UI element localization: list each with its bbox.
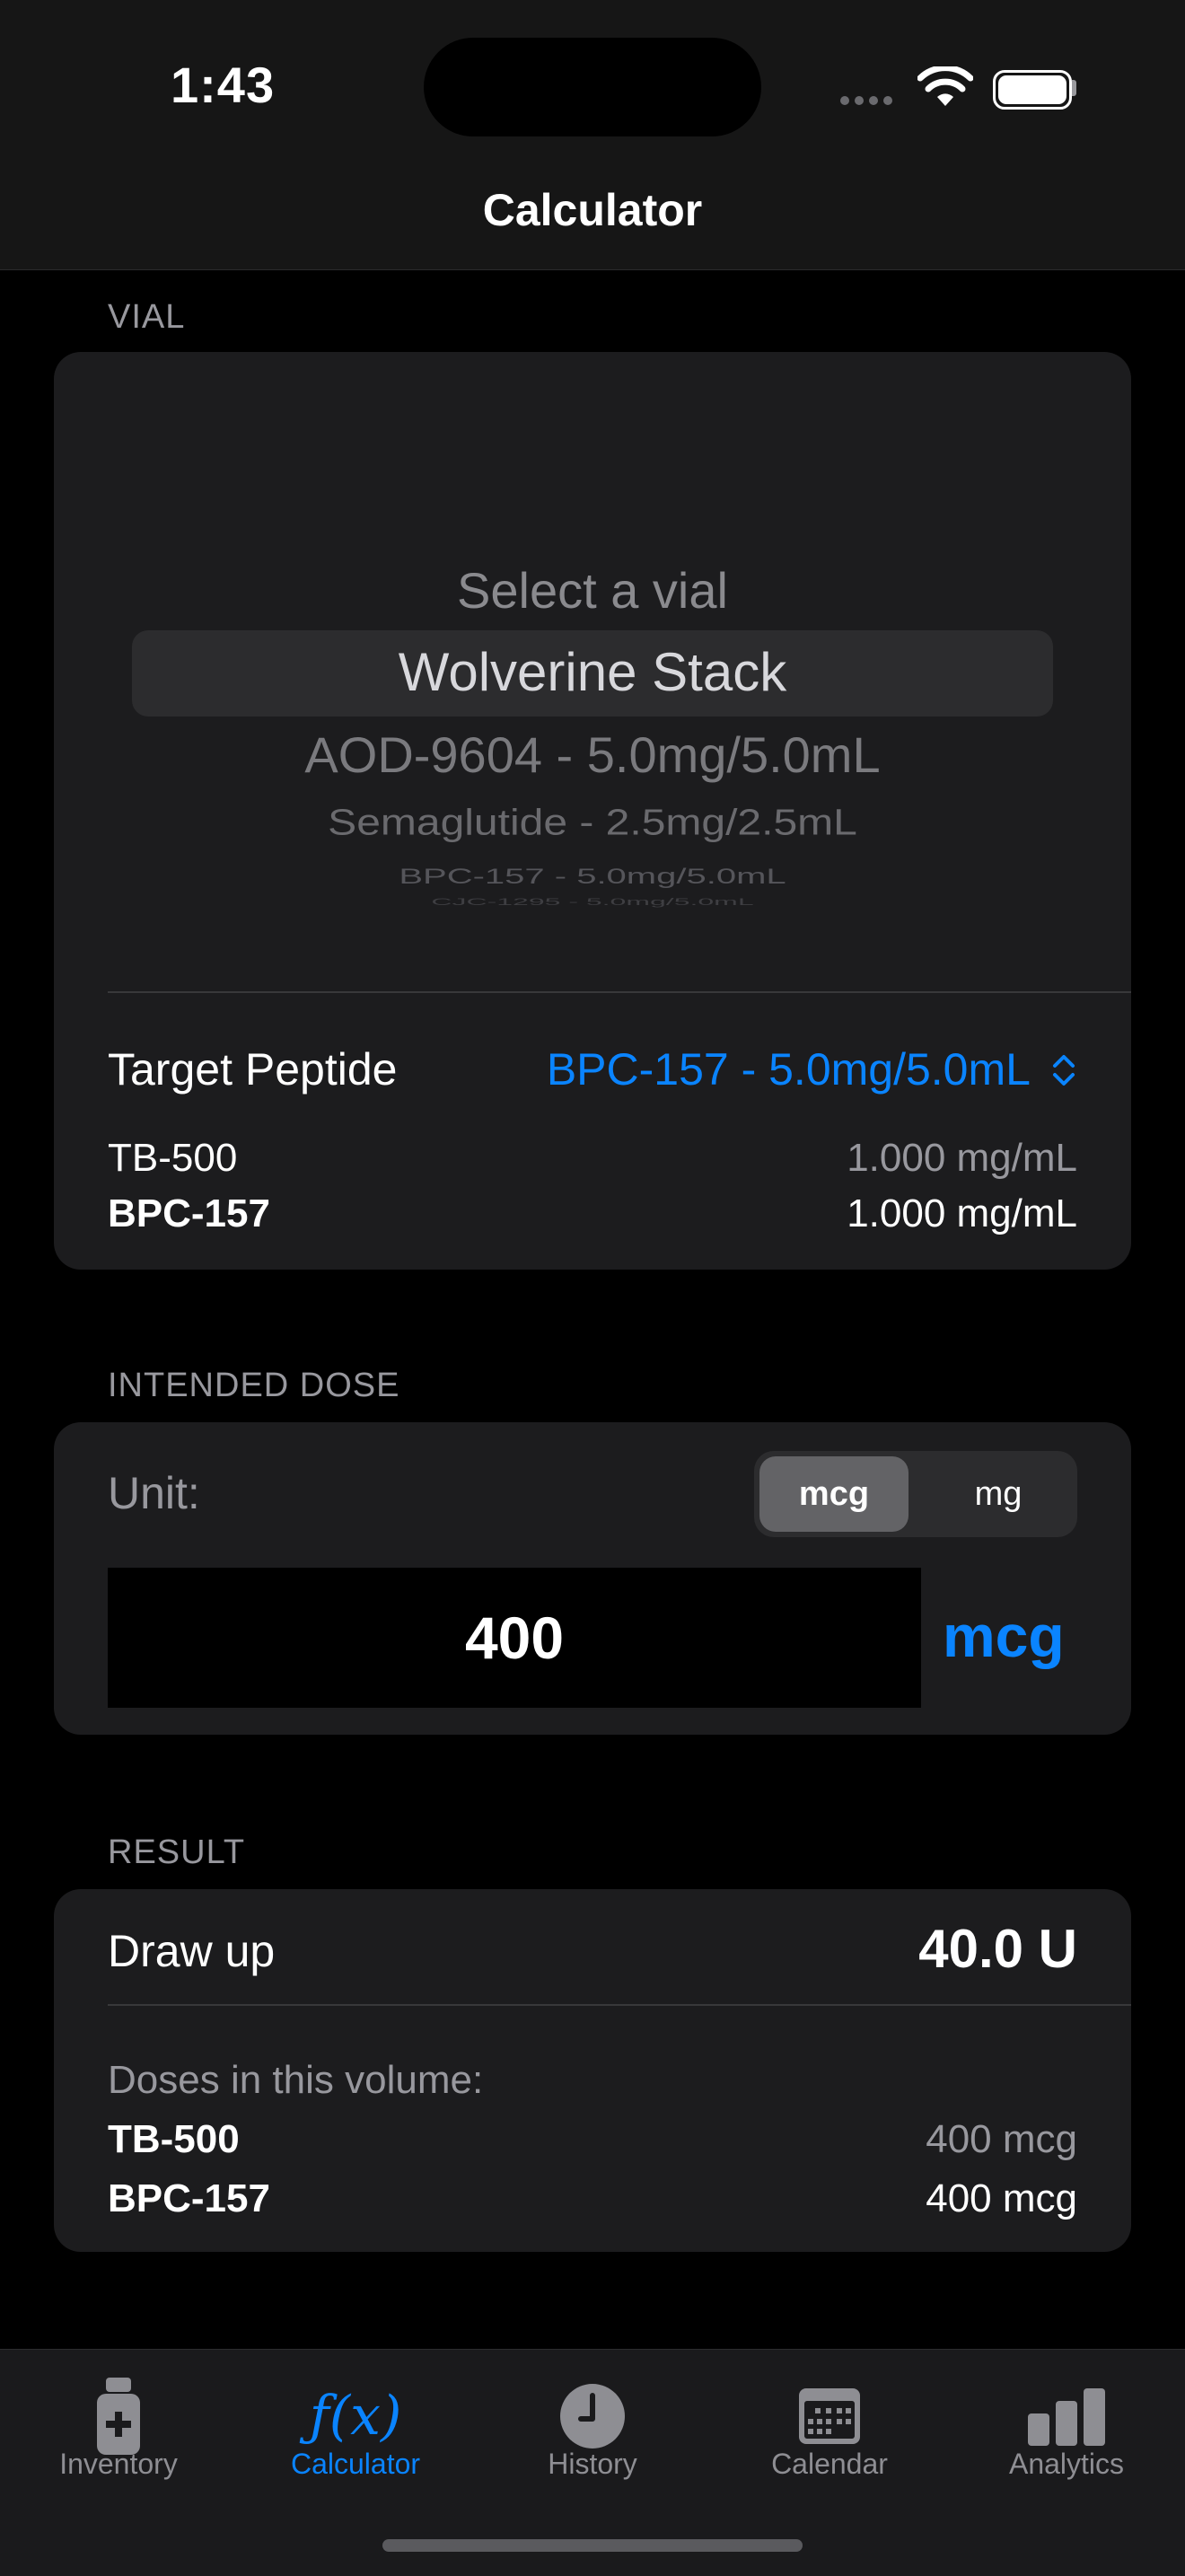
tab-label: Inventory (59, 2448, 178, 2480)
divider (108, 991, 1131, 993)
tab-label: Calculator (290, 2448, 421, 2480)
cellular-signal-icon (840, 93, 898, 110)
page-title: Calculator (482, 185, 703, 235)
concentration-value: 1.000 mg/mL (847, 1191, 1077, 1235)
tab-analytics[interactable]: Analytics (948, 2349, 1185, 2528)
target-peptide-selector[interactable]: BPC-157 - 5.0mg/5.0mL (547, 1043, 1077, 1095)
tab-label: Analytics (1008, 2448, 1125, 2480)
draw-up-value: 40.0 U (918, 1919, 1077, 1979)
picker-option-selected[interactable]: Wolverine Stack (54, 641, 1131, 703)
dose-amount: 400 mcg (926, 2117, 1077, 2161)
picker-option[interactable]: BPC-157 - 5.0mg/5.0mL (54, 865, 1131, 889)
result-card: Draw up 40.0 U Doses in this volume: TB-… (54, 1889, 1131, 2252)
draw-up-label: Draw up (108, 1926, 276, 1976)
status-time: 1:43 (171, 57, 276, 113)
unit-option-mcg[interactable]: mcg (759, 1456, 908, 1532)
dynamic-island (424, 38, 761, 136)
picker-option[interactable]: Select a vial (54, 561, 1131, 620)
target-peptide-label: Target Peptide (108, 1044, 398, 1095)
wifi-icon (917, 65, 974, 112)
tab-history[interactable]: History (474, 2349, 711, 2528)
concentration-name: BPC-157 (108, 1191, 270, 1235)
dose-card: Unit: mcg mg mcg (54, 1422, 1131, 1735)
unit-label: Unit: (108, 1468, 200, 1518)
tab-inventory[interactable]: Inventory (0, 2349, 237, 2528)
picker-option[interactable]: AOD-9604 - 5.0mg/5.0mL (54, 725, 1131, 784)
tab-calculator[interactable]: ƒ(x) Calculator (237, 2349, 474, 2528)
vial-section-label: VIAL (108, 298, 186, 336)
battery-level (998, 75, 1066, 104)
dose-unit-suffix: mcg (943, 1603, 1065, 1669)
doses-label: Doses in this volume: (108, 2058, 484, 2102)
dose-name: TB-500 (108, 2117, 240, 2161)
battery-cap (1072, 80, 1076, 96)
result-section-label: RESULT (108, 1833, 246, 1871)
picker-option[interactable]: CJC-1295 - 5.0mg/5.0mL (54, 896, 1131, 908)
unit-option-mg[interactable]: mg (925, 1456, 1072, 1532)
target-peptide-value: BPC-157 - 5.0mg/5.0mL (546, 1044, 1030, 1095)
dose-amount: 400 mcg (926, 2176, 1077, 2220)
tab-label: Calendar (771, 2448, 888, 2480)
unit-segmented-control: mcg mg (754, 1451, 1077, 1537)
vial-card: Select a vial Wolverine Stack AOD-9604 -… (54, 352, 1131, 1270)
tab-calendar[interactable]: Calendar (711, 2349, 948, 2528)
concentration-name: TB-500 (108, 1136, 238, 1180)
divider (108, 2004, 1131, 2006)
tab-label: History (548, 2448, 637, 2480)
concentration-value: 1.000 mg/mL (847, 1136, 1077, 1180)
home-indicator[interactable] (382, 2539, 803, 2552)
picker-option[interactable]: Semaglutide - 2.5mg/2.5mL (54, 802, 1131, 844)
dose-name: BPC-157 (108, 2176, 270, 2220)
dose-input[interactable] (108, 1568, 921, 1708)
dose-section-label: INTENDED DOSE (108, 1367, 400, 1404)
chevron-up-down-icon (1053, 1055, 1075, 1086)
